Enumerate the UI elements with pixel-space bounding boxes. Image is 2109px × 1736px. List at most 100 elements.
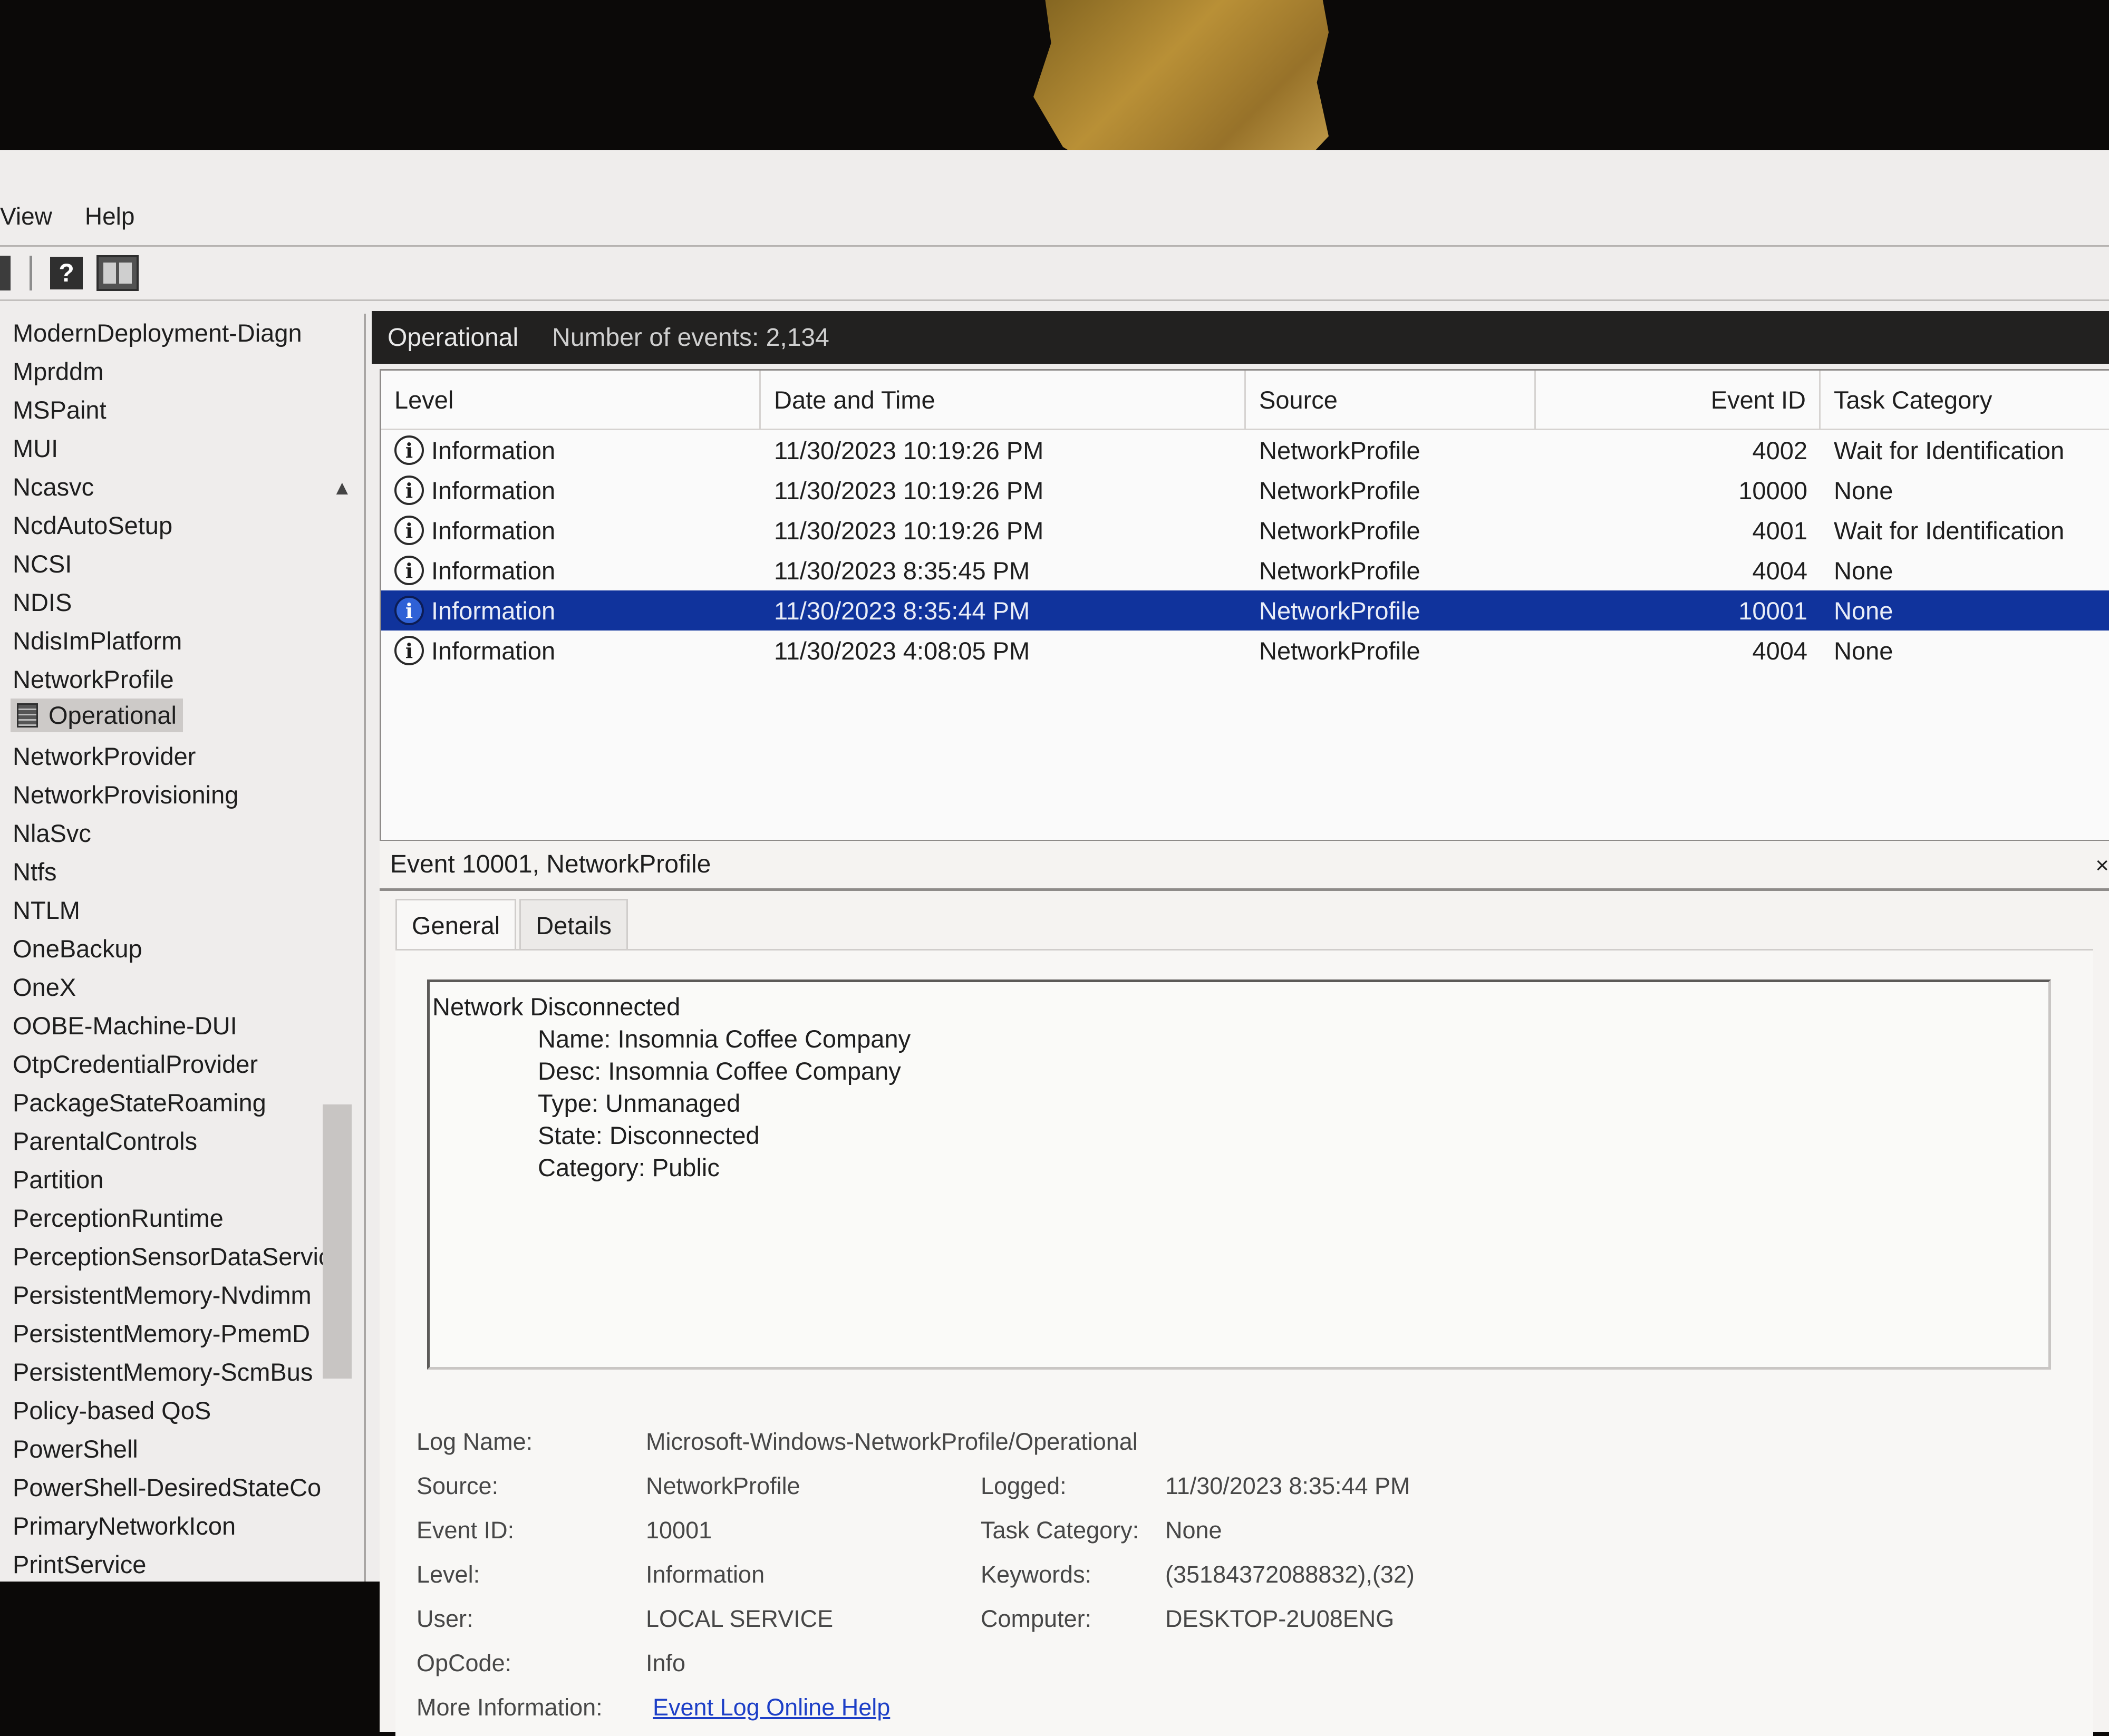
cell-event-id: 4002 [1752, 436, 1807, 464]
tree-item[interactable]: ParentalControls [0, 1122, 364, 1160]
tree-item[interactable]: NcdAutoSetup [0, 506, 364, 545]
tree-item[interactable]: PrintService [0, 1545, 364, 1582]
toolbar: ? [0, 247, 2109, 301]
event-preview: Event 10001, NetworkProfile × General De… [380, 841, 2109, 1736]
table-row[interactable]: i Information 11/30/2023 10:19:26 PM Networ… [381, 470, 2109, 510]
cell-date: 11/30/2023 8:35:45 PM [774, 556, 1030, 585]
tree-item[interactable]: OtpCredentialProvider [0, 1045, 364, 1083]
tree-item[interactable]: PowerShell [0, 1430, 364, 1468]
column-header-level[interactable]: Level [381, 371, 761, 429]
tree-item[interactable]: NDIS [0, 583, 364, 622]
tree-item[interactable]: OneBackup [0, 929, 364, 968]
events-grid[interactable]: Level Date and Time Source Event ID Task… [380, 369, 2109, 841]
cell-source: NetworkProfile [1259, 636, 1420, 665]
task-category-value: None [1165, 1517, 1222, 1544]
tree-item-operational[interactable]: Operational [0, 699, 364, 737]
log-tree[interactable]: ModernDeployment-Diagn Mprddm MSPaint MUI Nc… [0, 314, 366, 1582]
tree-item[interactable]: PerceptionRuntime [0, 1199, 364, 1237]
information-icon: i [394, 516, 424, 545]
tree-item[interactable]: Ntfs [0, 852, 364, 891]
table-row[interactable]: i Information 11/30/2023 4:08:05 PM Network… [381, 631, 2109, 671]
computer-label: Computer: [981, 1605, 1092, 1632]
show-pane-icon[interactable] [96, 255, 139, 291]
scroll-up-icon[interactable]: ▲ [332, 477, 352, 500]
tree-item[interactable]: NetworkProvisioning [0, 775, 364, 814]
table-row[interactable]: i Information 11/30/2023 8:35:44 PM Network… [381, 590, 2109, 631]
cell-task-category: None [1834, 556, 1893, 585]
menu-view[interactable]: View [0, 202, 69, 230]
tree-item[interactable]: NTLM [0, 891, 364, 929]
event-log-online-help-link[interactable]: Event Log Online Help [653, 1685, 890, 1730]
tree-item[interactable]: Policy-based QoS [0, 1391, 364, 1430]
event-id-label: Event ID: [417, 1517, 515, 1544]
cell-level: i Information [381, 550, 761, 590]
opcode-value: Info [646, 1650, 686, 1676]
general-tab-body: Network Disconnected Name: Insomnia Coff… [395, 949, 2093, 1736]
tree-item[interactable]: PersistentMemory-Nvdimm [0, 1276, 364, 1314]
tree-item[interactable]: NetworkProvider [0, 737, 364, 775]
user-value: LOCAL SERVICE [646, 1605, 834, 1632]
tree-item[interactable]: NlaSvc [0, 814, 364, 852]
cell-event-id: 10001 [1738, 596, 1807, 625]
keywords-label: Keywords: [981, 1561, 1092, 1588]
cell-level: i Information [381, 590, 761, 631]
information-icon: i [394, 556, 424, 585]
tree-selected-highlight: Operational [11, 699, 183, 732]
tree-item[interactable]: PowerShell-DesiredStateCo [0, 1468, 364, 1507]
close-icon[interactable]: × [2095, 852, 2109, 879]
cell-level: i Information [381, 470, 761, 510]
log-name-value: Microsoft-Windows-NetworkProfile/Operati… [646, 1428, 1138, 1455]
logged-value: 11/30/2023 8:35:44 PM [1165, 1472, 1410, 1499]
information-icon: i [394, 435, 424, 465]
column-header-date[interactable]: Date and Time [761, 371, 1246, 429]
preview-tabs: General Details [395, 899, 631, 951]
tree-item[interactable]: Partition [0, 1160, 364, 1199]
tree-item[interactable]: OOBE-Machine-DUI [0, 1006, 364, 1045]
tree-scrollbar-thumb[interactable] [323, 1104, 352, 1379]
tree-item[interactable]: NdisImPlatform [0, 622, 364, 660]
more-info-label: More Information: [417, 1694, 603, 1721]
cell-source: NetworkProfile [1259, 556, 1420, 585]
message-heading: Network Disconnected [432, 993, 681, 1021]
cell-source: NetworkProfile [1259, 596, 1420, 625]
tree-item[interactable]: PersistentMemory-PmemD [0, 1314, 364, 1353]
cell-date: 11/30/2023 10:19:26 PM [774, 476, 1044, 505]
message-line: Name: Insomnia Coffee Company [538, 1025, 911, 1053]
tree-item[interactable]: PerceptionSensorDataServic [0, 1237, 364, 1276]
event-message[interactable]: Network Disconnected Name: Insomnia Coff… [427, 979, 2051, 1370]
computer-value: DESKTOP-2U08ENG [1165, 1605, 1395, 1632]
tree-item[interactable]: ModernDeployment-Diagn [0, 314, 364, 352]
level-label: Level: [417, 1561, 480, 1588]
menu-help[interactable]: Help [85, 202, 152, 230]
table-row[interactable]: i Information 11/30/2023 10:19:26 PM Networ… [381, 430, 2109, 470]
tab-general[interactable]: General [395, 899, 517, 951]
column-header-event-id[interactable]: Event ID [1536, 371, 1821, 429]
tree-item[interactable]: MUI [0, 429, 364, 468]
tree-item[interactable]: PersistentMemory-ScmBus [0, 1353, 364, 1391]
cell-date: 11/30/2023 4:08:05 PM [774, 636, 1030, 665]
tree-item[interactable]: MSPaint [0, 391, 364, 429]
toolbar-button-partial[interactable] [0, 256, 11, 290]
column-header-task-category[interactable]: Task Category [1821, 371, 2109, 429]
logged-label: Logged: [981, 1472, 1067, 1499]
tree-item[interactable]: PackageStateRoaming [0, 1083, 364, 1122]
tab-details[interactable]: Details [519, 899, 628, 951]
tree-item[interactable]: NCSI [0, 545, 364, 583]
message-line: Type: Unmanaged [538, 1089, 741, 1117]
tree-item[interactable]: OneX [0, 968, 364, 1006]
tree-item[interactable]: PrimaryNetworkIcon [0, 1507, 364, 1545]
tree-item[interactable]: NetworkProfile [0, 660, 364, 699]
tree-item[interactable]: Ncasvc [0, 468, 364, 506]
event-viewer-window: View Help ? ModernDeployment-Diagn Mprddm… [0, 150, 2109, 1736]
source-label: Source: [417, 1472, 499, 1499]
table-row[interactable]: i Information 11/30/2023 10:19:26 PM Networ… [381, 510, 2109, 550]
level-text: Information [431, 436, 556, 464]
table-row[interactable]: i Information 11/30/2023 8:35:45 PM Network… [381, 550, 2109, 590]
tree-item[interactable]: Mprddm [0, 352, 364, 391]
menu-bar: View Help [0, 187, 2109, 247]
level-text: Information [431, 596, 556, 625]
cell-task-category: None [1834, 596, 1893, 625]
help-icon[interactable]: ? [50, 257, 83, 289]
cell-task-category: Wait for Identification [1834, 516, 2065, 545]
column-header-source[interactable]: Source [1246, 371, 1536, 429]
